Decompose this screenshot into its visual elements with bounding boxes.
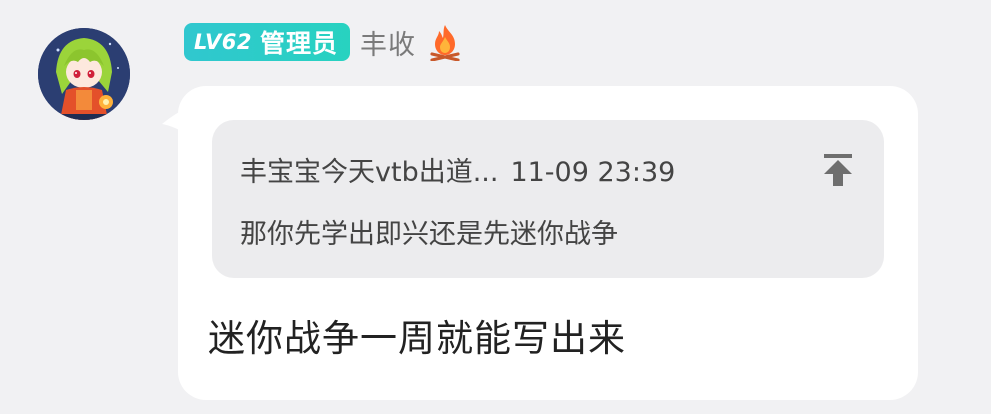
message-header: LV62 管理员 丰收 xyxy=(184,22,462,62)
quote-meta: 丰宝宝今天vtb出道... 11-09 23:39 xyxy=(240,150,675,189)
role-label: 管理员 xyxy=(259,29,338,58)
message-bubble[interactable]: 丰宝宝今天vtb出道... 11-09 23:39 那你先学出即兴还是先迷你战争 … xyxy=(178,86,918,400)
level-label: LV62 xyxy=(194,30,252,54)
quoted-reply[interactable]: 丰宝宝今天vtb出道... 11-09 23:39 那你先学出即兴还是先迷你战争 xyxy=(212,120,884,278)
anime-girl-avatar-icon xyxy=(38,28,130,120)
quote-author: 丰宝宝今天vtb出道... xyxy=(240,157,499,188)
quote-time: 11-09 23:39 xyxy=(510,157,676,188)
quote-text: 那你先学出即兴还是先迷你战争 xyxy=(240,219,618,250)
level-badge: LV62 管理员 xyxy=(184,23,350,61)
avatar[interactable] xyxy=(38,20,130,128)
jump-to-top-icon[interactable] xyxy=(820,150,856,188)
username[interactable]: 丰收 xyxy=(360,23,416,62)
fire-icon xyxy=(430,25,460,61)
message-text: 迷你战争一周就能写出来 xyxy=(208,317,626,360)
